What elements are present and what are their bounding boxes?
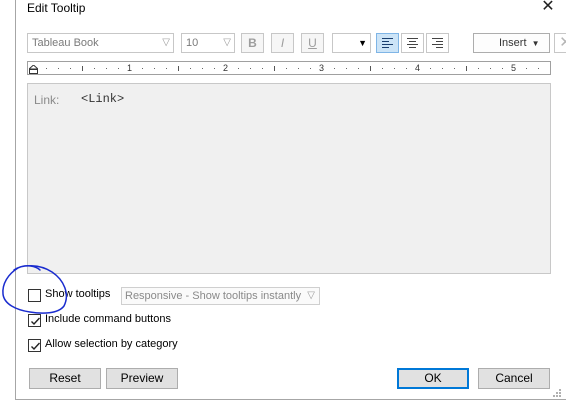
ruler-number: 3 [319,63,325,73]
tooltip-editor[interactable]: Link: <Link> [27,83,551,274]
tooltip-mode-value: Responsive - Show tooltips instantly [125,290,302,302]
tooltip-mode-select[interactable]: Responsive - Show tooltips instantly ▽ [121,287,320,305]
ruler-dot [142,68,143,69]
show-tooltips-label: Show tooltips [45,288,111,300]
checkmark-icon [31,342,41,351]
ruler-half-tick [370,66,371,71]
clear-formatting-button[interactable]: ✕ [554,33,566,53]
ruler-dot [502,68,503,69]
font-color-select[interactable]: ▼ [332,33,371,53]
ruler-dot [478,68,479,69]
chevron-down-icon: ▽ [223,37,231,48]
show-tooltips-checkbox[interactable] [28,289,41,302]
ruler-dot [262,68,263,69]
bold-button[interactable]: B [241,33,264,53]
ruler-dot [214,68,215,69]
font-size-select[interactable]: 10 ▽ [181,33,235,53]
ruler-dot [298,68,299,69]
editor-link-field: <Link> [81,92,125,106]
ruler-dot [118,68,119,69]
ruler-number: 1 [127,63,133,73]
ruler-half-tick [82,66,83,71]
ruler-dot [454,68,455,69]
ruler-half-tick [274,66,275,71]
caret-down-icon: ▼ [531,39,540,48]
reset-button[interactable]: Reset [29,368,101,389]
dialog-title: Edit Tooltip [27,1,86,15]
ruler-dot [94,68,95,69]
format-toolbar: Tableau Book ▽ 10 ▽ B I U ▼ Insert ▼ ✕ [27,33,566,55]
insert-label: Insert [499,37,527,49]
ruler-dot [46,68,47,69]
preview-button[interactable]: Preview [106,368,178,389]
italic-button[interactable]: I [271,33,294,53]
ruler-dot [286,68,287,69]
caret-down-icon: ▼ [358,38,367,48]
allow-selection-checkbox[interactable] [28,339,41,352]
ruler: 1 2 3 4 5 [27,61,551,75]
ruler-dot [106,68,107,69]
ruler-dot [202,68,203,69]
ruler-dot [430,68,431,69]
ruler-number: 5 [511,63,517,73]
ruler-dot [250,68,251,69]
ruler-dot [442,68,443,69]
ruler-dot [310,68,311,69]
ruler-half-tick [466,66,467,71]
font-family-value: Tableau Book [32,37,99,49]
ruler-number: 4 [415,63,421,73]
close-icon[interactable]: ✕ [538,0,558,16]
dialog-border-left [15,0,16,400]
font-size-value: 10 [186,37,199,49]
ruler-dot [394,68,395,69]
insert-button[interactable]: Insert ▼ [473,33,550,53]
ruler-dot [538,68,539,69]
edit-tooltip-dialog: Edit Tooltip ✕ Tableau Book ▽ 10 ▽ B I U… [0,0,566,403]
include-command-buttons-label: Include command buttons [45,313,171,325]
chevron-down-icon: ▽ [162,37,170,48]
font-family-select[interactable]: Tableau Book ▽ [27,33,174,53]
ruler-dot [526,68,527,69]
ruler-dot [238,68,239,69]
align-left-button[interactable] [376,33,399,53]
align-right-icon [432,38,443,48]
indent-marker-icon[interactable] [29,65,38,74]
ruler-dot [346,68,347,69]
cancel-button[interactable]: Cancel [478,368,550,389]
ruler-dot [490,68,491,69]
ruler-half-tick [178,66,179,71]
align-right-button[interactable] [426,33,449,53]
align-center-button[interactable] [401,33,424,53]
ruler-number: 2 [223,63,229,73]
ruler-dot [406,68,407,69]
ruler-dot [190,68,191,69]
ruler-dot [70,68,71,69]
ruler-dot [58,68,59,69]
chevron-down-icon: ▽ [307,290,315,301]
ok-button[interactable]: OK [397,368,469,389]
align-center-icon [407,38,418,48]
ruler-dot [154,68,155,69]
editor-link-label: Link: [34,93,60,107]
resize-grip-icon[interactable] [552,388,562,398]
dialog-border-bottom [15,399,566,400]
include-command-buttons-checkbox[interactable] [28,314,41,327]
allow-selection-label: Allow selection by category [45,338,178,350]
ruler-dot [334,68,335,69]
ruler-dot [358,68,359,69]
ruler-dot [166,68,167,69]
underline-button[interactable]: U [301,33,324,53]
ruler-dot [382,68,383,69]
align-left-icon [382,38,393,48]
checkmark-icon [31,317,41,326]
